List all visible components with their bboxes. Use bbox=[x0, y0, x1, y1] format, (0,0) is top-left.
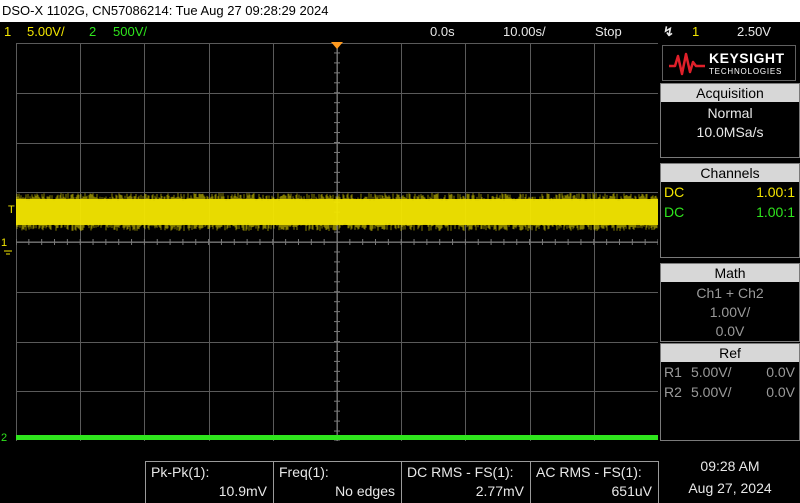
ref2-offset: 0.0V bbox=[766, 384, 795, 400]
measurement-label: Freq(1): bbox=[279, 464, 329, 480]
ch2-number[interactable]: 2 bbox=[89, 22, 96, 42]
trigger-level[interactable]: 2.50V bbox=[737, 22, 771, 42]
ch2-ground-marker[interactable]: 2 bbox=[1, 432, 7, 441]
ch2-probe: 1.00:1 bbox=[756, 204, 795, 220]
ref-panel[interactable]: Ref R1 5.00V/ 0.0V R2 5.00V/ 0.0V bbox=[660, 343, 800, 441]
trigger-edge-icon: ↯ bbox=[663, 24, 674, 39]
ch2-scale[interactable]: 500V/ bbox=[113, 22, 147, 42]
ref1-offset: 0.0V bbox=[766, 364, 795, 380]
graticule bbox=[16, 43, 658, 441]
clock-date: Aug 27, 2024 bbox=[688, 480, 772, 496]
ref1-scale: 5.00V/ bbox=[691, 364, 732, 380]
acquisition-header[interactable]: Acquisition bbox=[661, 84, 799, 102]
measurement-ac-rms[interactable]: AC RMS - FS(1): 651uV bbox=[530, 461, 659, 503]
measurement-label: AC RMS - FS(1): bbox=[536, 464, 642, 480]
ref-header[interactable]: Ref bbox=[661, 344, 799, 362]
ch1-number[interactable]: 1 bbox=[4, 22, 11, 42]
measurement-pkpk[interactable]: Pk-Pk(1): 10.9mV bbox=[145, 461, 273, 503]
ch1-coupling: DC bbox=[664, 184, 685, 200]
measurement-dc-rms[interactable]: DC RMS - FS(1): 2.77mV bbox=[401, 461, 530, 503]
measurement-value: 10.9mV bbox=[218, 483, 267, 499]
time-scale[interactable]: 10.00s/ bbox=[503, 22, 546, 42]
ref-row-2[interactable]: R2 5.00V/ 0.0V bbox=[661, 382, 799, 402]
trigger-source[interactable]: 1 bbox=[692, 22, 699, 42]
ref2-scale: 5.00V/ bbox=[691, 384, 732, 400]
window-title: DSO-X 1102G, CN57086214: Tue Aug 27 09:2… bbox=[0, 0, 800, 22]
channels-panel[interactable]: Channels DC 1.00:1 DC 1.00:1 bbox=[660, 163, 800, 258]
math-scale: 1.00V/ bbox=[709, 304, 751, 320]
ch2-trace bbox=[16, 435, 658, 440]
acquisition-panel[interactable]: Acquisition Normal 10.0MSa/s bbox=[660, 83, 800, 158]
logo-brand: KEYSIGHT bbox=[709, 50, 785, 66]
math-panel[interactable]: Math Ch1 + Ch2 1.00V/ 0.0V bbox=[660, 263, 800, 342]
ref-row-1[interactable]: R1 5.00V/ 0.0V bbox=[661, 362, 799, 382]
ch1-ground-marker[interactable]: 1 bbox=[1, 237, 7, 249]
ch2-coupling: DC bbox=[664, 204, 685, 220]
keysight-logo: KEYSIGHT TECHNOLOGIES bbox=[662, 45, 796, 81]
measurement-freq[interactable]: Freq(1): No edges bbox=[273, 461, 401, 503]
ref1-name: R1 bbox=[664, 364, 682, 380]
sample-rate: 10.0MSa/s bbox=[696, 124, 764, 140]
logo-subtitle: TECHNOLOGIES bbox=[709, 67, 783, 76]
ch1-scale[interactable]: 5.00V/ bbox=[27, 22, 65, 42]
keysight-wave-icon bbox=[669, 52, 705, 76]
ch1-trace bbox=[16, 193, 658, 231]
math-header[interactable]: Math bbox=[661, 264, 799, 282]
waveform-display[interactable] bbox=[16, 43, 658, 441]
run-state[interactable]: Stop bbox=[595, 22, 622, 42]
channel-row-1[interactable]: DC 1.00:1 bbox=[661, 182, 799, 202]
channels-header[interactable]: Channels bbox=[661, 164, 799, 182]
status-bar: 1 5.00V/ 2 500V/ 0.0s 10.00s/ Stop ↯ 1 2… bbox=[0, 22, 800, 42]
measurement-label: DC RMS - FS(1): bbox=[407, 464, 514, 480]
channel-markers: T 1 2 bbox=[1, 204, 15, 441]
measurement-value: 651uV bbox=[611, 483, 652, 499]
math-function: Ch1 + Ch2 bbox=[696, 285, 764, 301]
time-delay[interactable]: 0.0s bbox=[430, 22, 455, 42]
measurement-value: 2.77mV bbox=[475, 483, 524, 499]
clock-time: 09:28 AM bbox=[700, 458, 760, 474]
trigger-position-marker[interactable] bbox=[331, 42, 343, 50]
ch1-probe: 1.00:1 bbox=[756, 184, 795, 200]
measurement-value: No edges bbox=[335, 483, 395, 499]
ref2-name: R2 bbox=[664, 384, 682, 400]
math-offset: 0.0V bbox=[715, 323, 745, 339]
acquisition-mode: Normal bbox=[707, 105, 753, 121]
channel-row-2[interactable]: DC 1.00:1 bbox=[661, 202, 799, 222]
clock: 09:28 AM Aug 27, 2024 bbox=[660, 455, 800, 499]
trigger-level-marker[interactable]: T bbox=[8, 204, 15, 216]
measurement-label: Pk-Pk(1): bbox=[151, 464, 210, 480]
